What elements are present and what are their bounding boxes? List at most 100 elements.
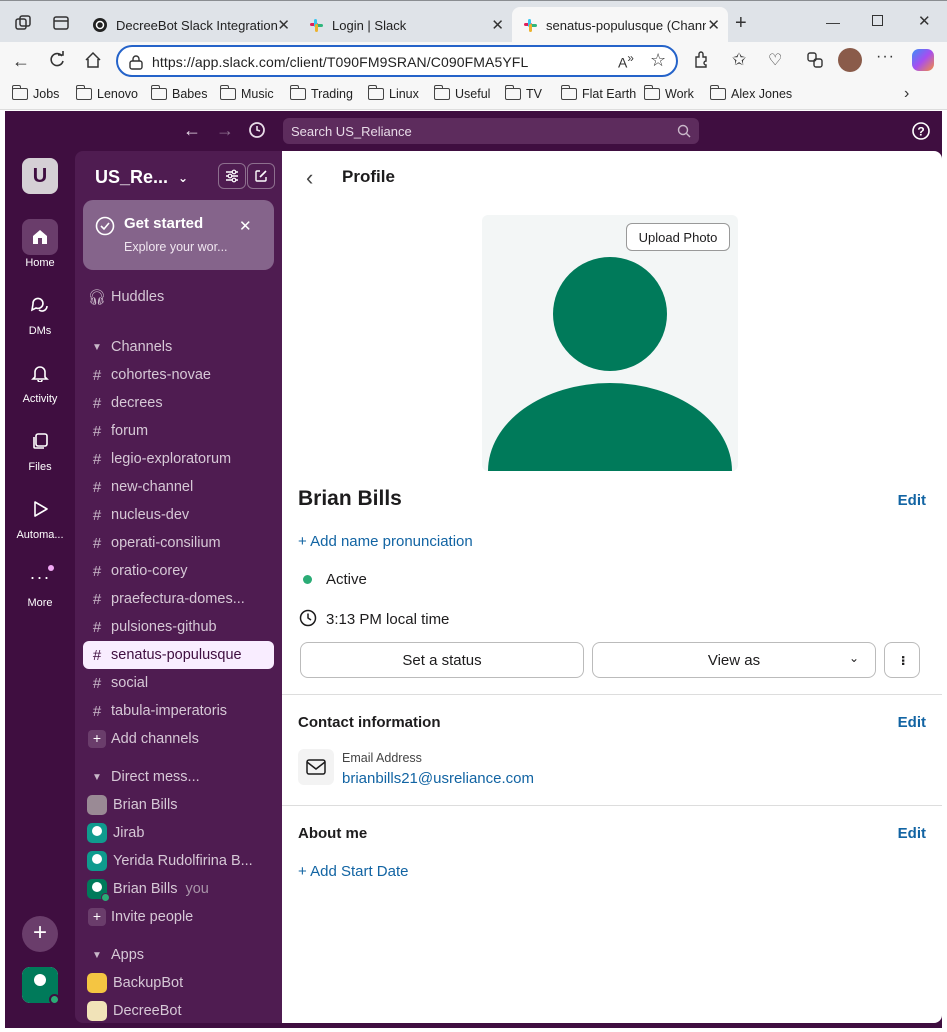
channel-item[interactable]: # praefectura-domes... bbox=[83, 585, 274, 613]
browser-essentials-icon[interactable]: ♡ bbox=[768, 50, 782, 70]
email-link[interactable]: brianbills21@usreliance.com bbox=[342, 770, 534, 787]
profile-avatar[interactable] bbox=[838, 48, 862, 72]
channel-item-selected[interactable]: # senatus-populusque bbox=[83, 641, 274, 669]
edit-name-button[interactable]: Edit bbox=[898, 492, 926, 509]
back-chevron-icon[interactable]: ‹ bbox=[306, 165, 313, 191]
sidebar-item-huddles[interactable]: 🎧︎ Huddles bbox=[83, 283, 274, 311]
app-item[interactable]: BackupBot bbox=[83, 969, 274, 997]
bookmark-folder[interactable]: Babes bbox=[150, 85, 207, 101]
channel-item[interactable]: # operati-consilium bbox=[83, 529, 274, 557]
bookmark-folder[interactable]: Flat Earth bbox=[560, 85, 636, 101]
hash-icon: # bbox=[92, 562, 102, 580]
close-icon[interactable]: ✕ bbox=[239, 217, 252, 235]
bookmark-folder[interactable]: Jobs bbox=[11, 85, 59, 101]
rail-more[interactable]: ··· More bbox=[5, 559, 75, 609]
bell-icon bbox=[22, 355, 58, 391]
rail-files[interactable]: Files bbox=[5, 423, 75, 473]
close-window-icon[interactable]: ✕ bbox=[918, 12, 931, 30]
get-started-card[interactable]: Get started Explore your wor... ✕ bbox=[83, 200, 274, 270]
favorites-icon[interactable]: ✩ bbox=[732, 50, 746, 70]
channel-item[interactable]: # nucleus-dev bbox=[83, 501, 274, 529]
plus-icon: + bbox=[83, 908, 111, 926]
set-status-button[interactable]: Set a status bbox=[300, 642, 584, 678]
copilot-icon[interactable] bbox=[912, 49, 934, 71]
rail-automations[interactable]: Automa... bbox=[5, 491, 75, 541]
url-field[interactable]: https://app.slack.com/client/T090FM9SRAN… bbox=[116, 45, 678, 77]
minimize-icon[interactable]: — bbox=[826, 14, 840, 30]
close-tab-icon[interactable]: ✕ bbox=[491, 16, 504, 34]
get-started-subtitle: Explore your wor... bbox=[124, 240, 228, 254]
favorite-star-icon[interactable]: ☆ bbox=[650, 50, 666, 71]
channels-section-header[interactable]: ▼ Channels bbox=[83, 333, 274, 361]
bookmark-folder[interactable]: TV bbox=[504, 85, 542, 101]
history-clock-icon[interactable] bbox=[248, 121, 266, 139]
search-input[interactable]: Search US_Reliance bbox=[283, 118, 699, 144]
collections-icon[interactable] bbox=[806, 51, 824, 69]
tab-title: senatus-populusque (Chann bbox=[546, 17, 706, 33]
history-forward-icon[interactable]: → bbox=[216, 120, 234, 141]
bookmark-folder[interactable]: Linux bbox=[367, 85, 419, 101]
add-workspace-button[interactable]: + bbox=[22, 916, 58, 952]
bookmark-folder[interactable]: Work bbox=[643, 85, 694, 101]
add-pronunciation-link[interactable]: + Add name pronunciation bbox=[298, 533, 473, 550]
close-tab-icon[interactable]: ✕ bbox=[707, 16, 720, 34]
channel-item[interactable]: # new-channel bbox=[83, 473, 274, 501]
read-aloud-icon[interactable]: A» bbox=[618, 52, 634, 71]
user-avatar[interactable] bbox=[22, 967, 60, 1005]
workspace-name-button[interactable]: US_Re... ⌄ bbox=[95, 167, 188, 188]
dm-item[interactable]: Brian Bills bbox=[83, 791, 274, 819]
slack-icon bbox=[524, 19, 537, 32]
channel-item[interactable]: # pulsiones-github bbox=[83, 613, 274, 641]
channel-item[interactable]: # social bbox=[83, 669, 274, 697]
browser-tab-active[interactable]: senatus-populusque (Chann ✕ bbox=[512, 7, 728, 43]
browser-tab[interactable]: DecreeBot Slack Integration ✕ bbox=[82, 7, 298, 43]
chevron-right-icon[interactable]: › bbox=[904, 85, 909, 103]
lock-icon[interactable] bbox=[128, 54, 144, 70]
channel-item[interactable]: # oratio-corey bbox=[83, 557, 274, 585]
back-icon[interactable]: ← bbox=[12, 51, 30, 72]
rail-activity[interactable]: Activity bbox=[5, 355, 75, 405]
bookmark-folder[interactable]: Trading bbox=[289, 85, 353, 101]
view-as-button[interactable]: View as ⌄ bbox=[592, 642, 876, 678]
refresh-icon[interactable] bbox=[48, 51, 66, 69]
add-channels-button[interactable]: + Add channels bbox=[83, 725, 274, 753]
bookmark-folder[interactable]: Music bbox=[219, 85, 274, 101]
filter-button[interactable] bbox=[218, 163, 246, 189]
channel-item[interactable]: # tabula-imperatoris bbox=[83, 697, 274, 725]
folder-icon bbox=[219, 85, 236, 100]
invite-people-button[interactable]: + Invite people bbox=[83, 903, 274, 931]
more-actions-button[interactable]: ··· bbox=[884, 642, 920, 678]
compose-button[interactable] bbox=[247, 163, 275, 189]
dm-section-header[interactable]: ▼ Direct mess... bbox=[83, 763, 274, 791]
rail-dms[interactable]: DMs bbox=[5, 287, 75, 337]
close-tab-icon[interactable]: ✕ bbox=[277, 16, 290, 34]
tab-actions-icon[interactable] bbox=[52, 14, 70, 32]
add-start-date-link[interactable]: + Add Start Date bbox=[298, 863, 409, 880]
channel-item[interactable]: # decrees bbox=[83, 389, 274, 417]
browser-tab[interactable]: Login | Slack ✕ bbox=[298, 7, 512, 43]
bookmark-folder[interactable]: Useful bbox=[433, 85, 490, 101]
channel-item[interactable]: # forum bbox=[83, 417, 274, 445]
apps-section-header[interactable]: ▼ Apps bbox=[83, 941, 274, 969]
rail-home[interactable]: Home bbox=[5, 219, 75, 269]
dm-item-self[interactable]: Brian Bills you bbox=[83, 875, 274, 903]
home-icon[interactable] bbox=[84, 51, 102, 69]
extensions-icon[interactable] bbox=[692, 51, 710, 69]
workspaces-icon[interactable] bbox=[14, 14, 32, 32]
edit-about-button[interactable]: Edit bbox=[898, 825, 926, 842]
new-tab-icon[interactable]: + bbox=[735, 12, 747, 35]
more-icon[interactable]: ··· bbox=[876, 48, 895, 66]
channel-item[interactable]: # cohortes-novae bbox=[83, 361, 274, 389]
dm-item[interactable]: Yerida Rudolfirina B... bbox=[83, 847, 274, 875]
bookmark-folder[interactable]: Lenovo bbox=[75, 85, 138, 101]
dm-item[interactable]: Jirab bbox=[83, 819, 274, 847]
channel-item[interactable]: # legio-exploratorum bbox=[83, 445, 274, 473]
history-back-icon[interactable]: ← bbox=[183, 120, 201, 141]
upload-photo-button[interactable]: Upload Photo bbox=[626, 223, 730, 251]
app-item[interactable]: DecreeBot bbox=[83, 997, 274, 1023]
maximize-icon[interactable] bbox=[872, 15, 883, 26]
workspace-switcher[interactable]: U bbox=[22, 158, 58, 194]
bookmark-folder[interactable]: Alex Jones bbox=[709, 85, 792, 101]
help-icon[interactable]: ? bbox=[911, 121, 931, 141]
edit-contact-button[interactable]: Edit bbox=[898, 714, 926, 731]
